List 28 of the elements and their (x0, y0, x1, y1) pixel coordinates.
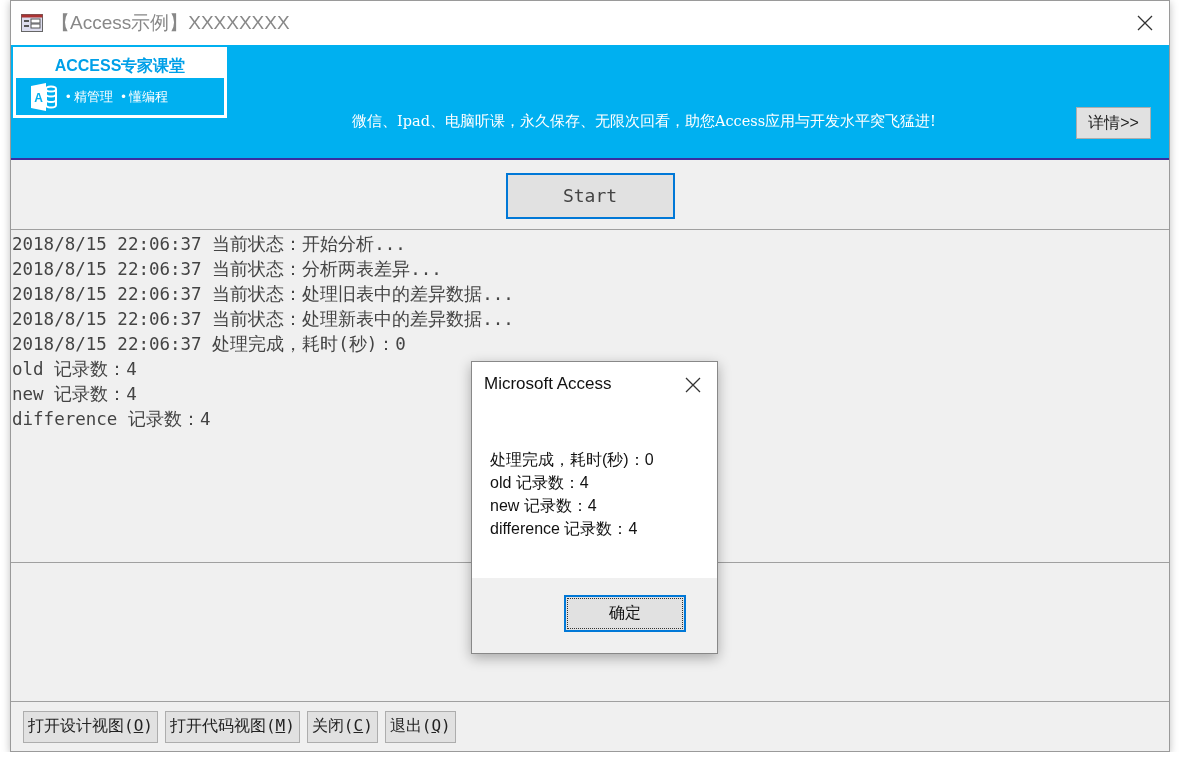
details-button[interactable]: 详情>> (1076, 107, 1151, 139)
footer-button[interactable]: 打开设计视图(O) (23, 710, 158, 743)
dialog-close-icon[interactable] (685, 377, 701, 393)
window-title: 【Access示例】XXXXXXXX (51, 11, 291, 35)
dialog-message-line: old 记录数：4 (490, 473, 589, 493)
footer-button[interactable]: 退出(Q) (384, 710, 456, 743)
log-line: 2018/8/15 22:06:37 处理完成，耗时(秒)：0 (12, 333, 406, 356)
slogan-text: 微信、Ipad、电脑听课，永久保存、无限次回看，助您Access应用与开发水平突飞猛进! (352, 112, 936, 131)
dialog-message-line: difference 记录数：4 (490, 519, 638, 539)
footer-button[interactable]: 打开代码视图(M) (164, 710, 300, 743)
dialog-message-line: 处理完成，耗时(秒)：0 (490, 450, 654, 470)
log-line: new 记录数：4 (12, 383, 137, 406)
dialog-message-line: new 记录数：4 (490, 496, 597, 516)
start-button[interactable]: Start (505, 172, 675, 219)
footer-button[interactable]: 关闭(C) (306, 710, 378, 743)
log-line: difference 记录数：4 (12, 408, 211, 431)
form-icon (21, 14, 43, 32)
close-icon[interactable] (1137, 15, 1153, 31)
ok-button[interactable]: 确定 (564, 595, 686, 632)
log-line: 2018/8/15 22:06:37 当前状态：处理旧表中的差异数据... (12, 283, 514, 306)
logo-tag: • 精管理 (66, 87, 114, 106)
logo-tag: • 懂编程 (121, 87, 169, 106)
log-line: old 记录数：4 (12, 358, 137, 381)
log-line: 2018/8/15 22:06:37 当前状态：处理新表中的差异数据... (12, 308, 514, 331)
logo-title: ACCESS专家课堂 (53, 56, 187, 76)
log-line: 2018/8/15 22:06:37 当前状态：开始分析... (12, 233, 406, 256)
log-line: 2018/8/15 22:06:37 当前状态：分析两表差异... (12, 258, 442, 281)
dialog-title: Microsoft Access (484, 374, 612, 394)
